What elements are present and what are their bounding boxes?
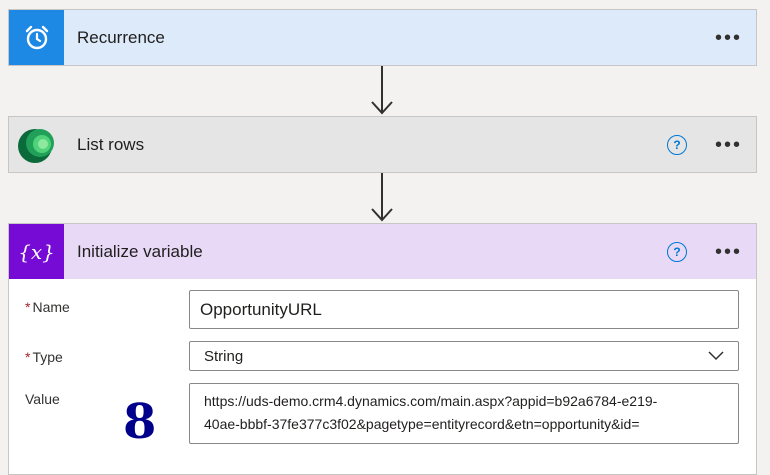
type-value: String xyxy=(204,347,244,365)
recurrence-header[interactable]: Recurrence ••• xyxy=(9,10,756,65)
more-icon[interactable]: ••• xyxy=(715,135,742,155)
name-input[interactable]: OpportunityURL xyxy=(189,290,739,329)
variable-icon-text: {x} xyxy=(18,239,55,264)
recurrence-card[interactable]: Recurrence ••• xyxy=(8,9,757,66)
arrow-down-icon xyxy=(371,66,393,115)
arrow-down-icon xyxy=(371,173,393,222)
value-label: Value xyxy=(25,391,60,407)
type-label: * Type xyxy=(25,349,63,365)
value-line-2: 40ae-bbbf-37fe377c3f02&pagetype=entityre… xyxy=(204,416,640,432)
alarm-clock-icon xyxy=(9,10,64,65)
more-icon[interactable]: ••• xyxy=(715,28,742,48)
card-title: Recurrence xyxy=(77,27,165,47)
variable-icon: {x} xyxy=(9,224,64,279)
dataverse-icon xyxy=(9,117,64,172)
initialize-variable-body: * Name OpportunityURL * Type String 8 Valu… xyxy=(9,279,756,474)
more-icon[interactable]: ••• xyxy=(715,242,742,262)
help-icon[interactable]: ? xyxy=(667,241,687,262)
required-mark: * xyxy=(25,349,31,365)
required-mark: * xyxy=(25,299,31,315)
name-label-text: Name xyxy=(32,299,70,315)
name-label: * Name xyxy=(25,299,70,315)
type-select[interactable]: String xyxy=(189,341,739,371)
initialize-variable-header[interactable]: {x} Initialize variable ? ••• xyxy=(9,224,756,279)
value-input[interactable]: https://uds-demo.crm4.dynamics.com/main.… xyxy=(189,383,739,444)
annotation-number: 8 xyxy=(123,394,157,450)
help-icon[interactable]: ? xyxy=(667,134,687,155)
value-line-1: https://uds-demo.crm4.dynamics.com/main.… xyxy=(204,393,658,409)
name-value: OpportunityURL xyxy=(200,299,322,319)
list-rows-header[interactable]: List rows ? ••• xyxy=(9,117,756,172)
type-label-text: Type xyxy=(32,349,63,365)
card-title: Initialize variable xyxy=(77,241,203,261)
list-rows-card[interactable]: List rows ? ••• xyxy=(8,116,757,173)
initialize-variable-card[interactable]: {x} Initialize variable ? ••• * Name Oppo… xyxy=(8,223,757,475)
chevron-down-icon xyxy=(708,351,724,361)
card-title: List rows xyxy=(77,134,145,154)
